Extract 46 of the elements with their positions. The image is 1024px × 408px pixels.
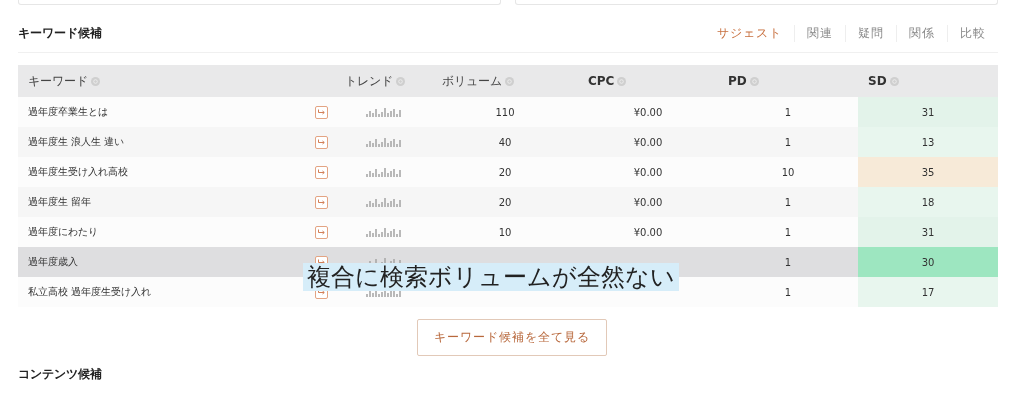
cpc-cell: ¥0.00: [633, 136, 663, 148]
sd-cell: 13: [858, 127, 998, 157]
column-header: PD: [728, 74, 747, 88]
tab[interactable]: 疑問: [845, 25, 896, 42]
column-header: トレンド: [345, 72, 393, 90]
sd-cell: 17: [858, 277, 998, 307]
sd-cell: 31: [858, 97, 998, 127]
volume-cell: 110: [495, 106, 515, 118]
pd-cell: 1: [784, 136, 792, 148]
volume-cell: 40: [498, 136, 512, 148]
pd-cell: 1: [784, 226, 792, 238]
sd-cell: 30: [858, 247, 998, 277]
pd-cell: 10: [781, 166, 795, 178]
cpc-cell: ¥0.00: [633, 196, 663, 208]
keyword-cell: 私立高校 過年度生受け入れ: [28, 286, 152, 297]
caption-overlay: 複合に検索ボリュームが全然ない: [303, 263, 679, 291]
keyword-cell: 過年度生受け入れ高校: [28, 166, 128, 177]
tab[interactable]: 比較: [947, 25, 998, 42]
keyword-cell: 過年度卒業生とは: [28, 106, 108, 117]
column-header: キーワード: [28, 72, 88, 90]
keyword-cell: 過年度歳入: [28, 256, 78, 267]
pd-cell: 1: [784, 106, 792, 118]
show-all-button[interactable]: キーワード候補を全て見る: [417, 319, 607, 356]
column-header: ボリューム: [442, 72, 502, 90]
volume-cell: 10: [498, 226, 512, 238]
pd-cell: 1: [784, 196, 792, 208]
volume-cell: 20: [498, 166, 512, 178]
column-header: CPC: [588, 74, 615, 88]
volume-cell: 20: [498, 196, 512, 208]
tab[interactable]: 関連: [794, 25, 845, 42]
keyword-cell: 過年度生 浪人生 違い: [28, 136, 125, 147]
section-title: キーワード候補: [18, 25, 102, 42]
column-header: SD: [868, 74, 887, 88]
tab[interactable]: 関係: [896, 25, 947, 42]
sd-cell: 18: [858, 187, 998, 217]
keyword-cell: 過年度にわたり: [28, 226, 98, 237]
cpc-cell: ¥0.00: [633, 106, 663, 118]
section-title: コンテンツ候補: [18, 366, 103, 383]
pd-cell: 1: [784, 256, 792, 268]
cpc-cell: ¥0.00: [633, 226, 663, 238]
sd-cell: 35: [858, 157, 998, 187]
cpc-cell: ¥0.00: [633, 166, 663, 178]
pd-cell: 1: [784, 286, 792, 298]
sd-cell: 31: [858, 217, 998, 247]
tab[interactable]: サジェスト: [705, 25, 794, 42]
keyword-cell: 過年度生 留年: [28, 196, 92, 207]
